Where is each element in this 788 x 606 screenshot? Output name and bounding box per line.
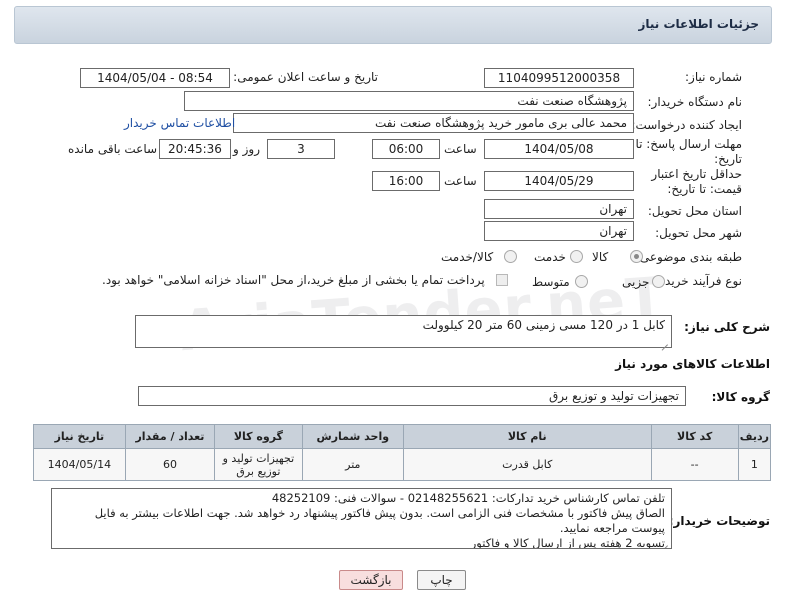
cell-row: 1 — [737, 448, 772, 481]
goods-group-label: گروه کالا: — [711, 390, 770, 404]
buyer-org-label: نام دستگاه خریدار: — [647, 95, 743, 109]
buyer-notes-label: توضیحات خریدار: — [668, 514, 770, 528]
resize-handle-icon[interactable] — [660, 337, 668, 345]
price-validity-time-field: 16:00 — [372, 171, 440, 191]
purchase-radio-minor[interactable] — [652, 275, 665, 288]
deadline-time-field: 06:00 — [372, 139, 440, 159]
header-panel: جزئیات اطلاعات نیاز — [14, 6, 772, 44]
table-header-row: ردیف کد کالا نام کالا واحد شمارش گروه کا… — [33, 424, 772, 449]
panel-title: جزئیات اطلاعات نیاز — [638, 17, 759, 31]
treasury-payment-checkbox[interactable] — [496, 274, 508, 286]
deadline-date-field: 1404/05/08 — [484, 139, 634, 159]
buyer-notes-line-2: الصاق پیش فاکتور با مشخصات فنی الزامی اس… — [94, 506, 665, 535]
cell-unit: متر — [301, 448, 404, 481]
purchase-type-label: نوع فرآیند خرید : — [657, 274, 742, 288]
category-radio-both[interactable] — [504, 250, 517, 263]
buyer-notes-line-3: تسویه 2 هفته پس از ارسال کالا و فاکتور — [470, 536, 665, 549]
buyer-org-field: پژوهشگاه صنعت نفت — [184, 91, 634, 111]
price-validity-label: حداقل تاریخ اعتبار قیمت: تا تاریخ: — [651, 167, 742, 196]
days-field: 3 — [267, 139, 335, 159]
back-button[interactable]: بازگشت — [339, 570, 403, 590]
buyer-notes-line-1: تلفن تماس کارشناس خرید تدارکات: 02148255… — [271, 491, 665, 505]
col-header-unit: واحد شمارش — [301, 424, 404, 449]
remaining-label: ساعت باقی مانده — [68, 142, 158, 156]
price-validity-date-field: 1404/05/29 — [484, 171, 634, 191]
announce-label: تاریخ و ساعت اعلان عمومی: — [233, 70, 378, 84]
city-field: تهران — [484, 221, 634, 241]
treasury-payment-note: پرداخت تمام یا بخشی از مبلغ خرید،از محل … — [102, 273, 485, 287]
description-label: شرح کلی نیاز: — [684, 320, 770, 334]
purchase-radio-medium[interactable] — [575, 275, 588, 288]
category-option-goods: کالا — [592, 250, 609, 264]
description-text: کابل 1 در 120 مسی زمینی 60 متر 20 کیلوول… — [422, 318, 665, 332]
print-button[interactable]: چاپ — [417, 570, 466, 590]
category-radio-goods[interactable] — [630, 250, 643, 263]
col-header-row: ردیف — [737, 424, 772, 449]
deadline-time-label: ساعت — [444, 142, 477, 156]
city-label: شهر محل تحویل: — [655, 226, 742, 240]
contact-info-link[interactable]: اطلاعات تماس خریدار — [124, 116, 235, 130]
cell-code: -- — [650, 448, 739, 481]
col-header-group: گروه کالا — [214, 424, 303, 449]
cell-group: تجهیزات تولید و توزیع برق — [214, 448, 303, 481]
col-header-date: تاریخ نیاز — [33, 424, 126, 449]
announce-field: 1404/05/04 - 08:54 — [80, 68, 230, 88]
need-number-label: شماره نیاز: — [685, 70, 742, 84]
remaining-time-field: 20:45:36 — [159, 139, 231, 159]
category-option-both: کالا/خدمت — [441, 250, 494, 264]
category-label: طبقه بندی موضوعی: — [635, 250, 742, 264]
table-row: 1 -- کابل قدرت متر تجهیزات تولید و توزیع… — [33, 448, 772, 481]
goods-group-field: تجهیزات تولید و توزیع برق — [138, 386, 686, 406]
cell-date: 1404/05/14 — [33, 448, 126, 481]
category-option-service: خدمت — [534, 250, 566, 264]
col-header-code: کد کالا — [650, 424, 739, 449]
buyer-notes-box: تلفن تماس کارشناس خرید تدارکات: 02148255… — [51, 488, 672, 549]
category-radio-service[interactable] — [570, 250, 583, 263]
creator-field: محمد عالی بری مامور خرید پژوهشگاه صنعت ن… — [233, 113, 634, 133]
purchase-option-medium: متوسط — [532, 275, 570, 289]
col-header-name: نام کالا — [402, 424, 652, 449]
description-box: کابل 1 در 120 مسی زمینی 60 متر 20 کیلوول… — [135, 315, 672, 348]
goods-table: ردیف کد کالا نام کالا واحد شمارش گروه کا… — [33, 424, 772, 481]
deadline-label: مهلت ارسال پاسخ: تا تاریخ: — [635, 137, 742, 166]
resize-handle-icon[interactable] — [660, 538, 668, 546]
province-field: تهران — [484, 199, 634, 219]
creator-label: ایجاد کننده درخواست: — [631, 118, 742, 132]
province-label: استان محل تحویل: — [647, 204, 742, 218]
col-header-qty: تعداد / مقدار — [124, 424, 216, 449]
price-validity-time-label: ساعت — [444, 174, 477, 188]
cell-name: کابل قدرت — [402, 448, 652, 481]
cell-qty: 60 — [124, 448, 216, 481]
purchase-option-minor: جزیی — [622, 275, 650, 289]
days-label: روز و — [233, 142, 260, 156]
need-number-field: 1104099512000358 — [484, 68, 634, 88]
goods-section-title: اطلاعات کالاهای مورد نیاز — [615, 357, 770, 371]
